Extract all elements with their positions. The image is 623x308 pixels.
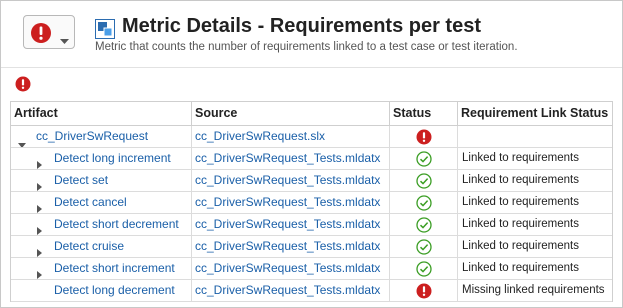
artifact-link[interactable]: Detect short decrement [54, 214, 179, 235]
table-row[interactable]: Detect cruise cc_DriverSwRequest_Tests.ml… [11, 236, 612, 258]
chevron-down-icon [60, 31, 69, 49]
status-cell [390, 192, 458, 213]
overall-error-icon [15, 76, 31, 97]
model-testing-dashboard-icon [95, 19, 115, 39]
table-row[interactable]: Detect short decrement cc_DriverSwRequest… [11, 214, 612, 236]
caret-right-icon[interactable] [37, 177, 42, 191]
artifact-cell: Detect cruise [11, 236, 192, 257]
status-cell [390, 214, 458, 235]
requirement-link-status-cell: Linked to requirements [462, 174, 579, 186]
table-row[interactable]: Detect short increment cc_DriverSwRequest… [11, 258, 612, 280]
artifact-cell: Detect set [11, 170, 192, 191]
artifact-link[interactable]: cc_DriverSwRequest [36, 126, 148, 147]
error-icon [30, 22, 52, 49]
results-table: Artifact Source Status Requirement Link … [10, 101, 613, 302]
check-circle-icon [415, 150, 432, 167]
source-link[interactable]: cc_DriverSwRequest_Tests.mldatx [195, 195, 380, 209]
source-link[interactable]: cc_DriverSwRequest_Tests.mldatx [195, 151, 380, 165]
source-cell: cc_DriverSwRequest_Tests.mldatx [192, 170, 390, 191]
check-circle-icon [415, 216, 432, 233]
artifact-cell: Detect short increment [11, 258, 192, 279]
requirement-link-status-cell: Linked to requirements [462, 240, 579, 252]
metric-details-panel: Metric Details - Requirements per test M… [0, 0, 623, 308]
artifact-link[interactable]: Detect long decrement [54, 280, 175, 301]
caret-right-icon[interactable] [37, 199, 42, 213]
source-cell: cc_DriverSwRequest.slx [192, 126, 390, 147]
source-cell: cc_DriverSwRequest_Tests.mldatx [192, 192, 390, 213]
page-subtitle: Metric that counts the number of require… [95, 41, 518, 53]
caret-right-icon[interactable] [37, 221, 42, 235]
requirement-link-status-cell: Linked to requirements [462, 152, 579, 164]
page-title: Metric Details - Requirements per test [122, 15, 481, 37]
artifact-cell: Detect long decrement [11, 280, 192, 301]
check-circle-icon [415, 194, 432, 211]
column-header-artifact[interactable]: Artifact [11, 102, 192, 125]
column-header-status[interactable]: Status [390, 102, 458, 125]
status-cell [390, 170, 458, 191]
source-link[interactable]: cc_DriverSwRequest_Tests.mldatx [195, 261, 380, 275]
status-cell [390, 148, 458, 169]
status-cell [390, 236, 458, 257]
source-cell: cc_DriverSwRequest_Tests.mldatx [192, 214, 390, 235]
table-row[interactable]: Detect set cc_DriverSwRequest_Tests.mldat… [11, 170, 612, 192]
source-link[interactable]: cc_DriverSwRequest_Tests.mldatx [195, 173, 380, 187]
header: Metric Details - Requirements per test M… [1, 1, 622, 67]
requirement-link-status-cell [458, 126, 612, 147]
source-cell: cc_DriverSwRequest_Tests.mldatx [192, 280, 390, 301]
table-header-row: Artifact Source Status Requirement Link … [11, 102, 612, 126]
divider [1, 67, 622, 68]
status-cell [390, 280, 458, 301]
artifact-cell: Detect long increment [11, 148, 192, 169]
source-link[interactable]: cc_DriverSwRequest_Tests.mldatx [195, 217, 380, 231]
status-cell [390, 126, 458, 147]
source-cell: cc_DriverSwRequest_Tests.mldatx [192, 236, 390, 257]
source-cell: cc_DriverSwRequest_Tests.mldatx [192, 148, 390, 169]
artifact-cell: Detect cancel [11, 192, 192, 213]
artifact-link[interactable]: Detect set [54, 170, 108, 191]
requirement-link-status-cell: Linked to requirements [462, 262, 579, 274]
artifact-cell: Detect short decrement [11, 214, 192, 235]
table-row[interactable]: cc_DriverSwRequest cc_DriverSwRequest.slx [11, 126, 612, 148]
artifact-link[interactable]: Detect long increment [54, 148, 171, 169]
source-link[interactable]: cc_DriverSwRequest_Tests.mldatx [195, 283, 380, 297]
check-circle-icon [415, 172, 432, 189]
column-header-source[interactable]: Source [192, 102, 390, 125]
column-header-requirement-link-status[interactable]: Requirement Link Status [458, 102, 612, 125]
table-row[interactable]: Detect long decrement cc_DriverSwRequest_… [11, 280, 612, 302]
table-row[interactable]: Detect long increment cc_DriverSwRequest_… [11, 148, 612, 170]
artifact-link[interactable]: Detect short increment [54, 258, 175, 279]
caret-down-icon[interactable] [18, 134, 26, 147]
artifact-link[interactable]: Detect cancel [54, 192, 127, 213]
source-link[interactable]: cc_DriverSwRequest.slx [195, 129, 325, 143]
artifact-cell: cc_DriverSwRequest [11, 126, 192, 147]
caret-right-icon[interactable] [37, 155, 42, 169]
caret-right-icon[interactable] [37, 265, 42, 279]
error-icon [416, 283, 432, 299]
requirement-link-status-cell: Missing linked requirements [462, 284, 605, 296]
check-circle-icon [415, 238, 432, 255]
status-cell [390, 258, 458, 279]
error-icon [416, 129, 432, 145]
caret-right-icon[interactable] [37, 243, 42, 257]
requirement-link-status-cell: Linked to requirements [462, 196, 579, 208]
table-row[interactable]: Detect cancel cc_DriverSwRequest_Tests.ml… [11, 192, 612, 214]
status-filter-dropdown[interactable] [23, 15, 75, 49]
requirement-link-status-cell: Linked to requirements [462, 218, 579, 230]
check-circle-icon [415, 260, 432, 277]
artifact-link[interactable]: Detect cruise [54, 236, 124, 257]
source-cell: cc_DriverSwRequest_Tests.mldatx [192, 258, 390, 279]
source-link[interactable]: cc_DriverSwRequest_Tests.mldatx [195, 239, 380, 253]
